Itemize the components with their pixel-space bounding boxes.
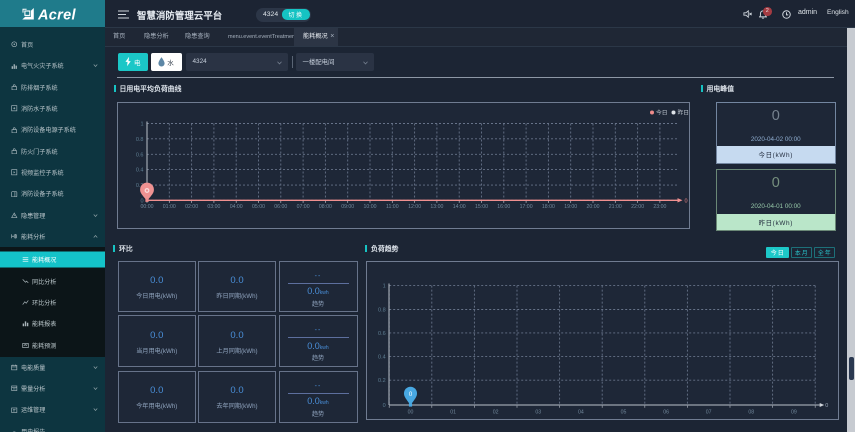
svg-text:06: 06: [663, 409, 669, 415]
svg-text:09: 09: [791, 409, 797, 415]
svg-text:0: 0: [685, 198, 688, 204]
svg-text:08:00: 08:00: [319, 204, 332, 210]
svg-text:05:00: 05:00: [252, 204, 265, 210]
svg-text:07: 07: [705, 409, 711, 415]
svg-text:Acrel: Acrel: [37, 8, 76, 24]
svg-text:0.2: 0.2: [378, 378, 386, 384]
svg-text:06:00: 06:00: [274, 204, 287, 210]
svg-text:04:00: 04:00: [230, 204, 243, 210]
svg-text:0.4: 0.4: [136, 168, 144, 174]
svg-text:17:00: 17:00: [520, 204, 533, 210]
svg-text:02:00: 02:00: [185, 204, 198, 210]
svg-text:10:00: 10:00: [364, 204, 377, 210]
svg-text:昨日: 昨日: [678, 109, 690, 117]
svg-text:20:00: 20:00: [587, 204, 600, 210]
svg-text:12:00: 12:00: [408, 204, 421, 210]
svg-text:21:00: 21:00: [609, 204, 622, 210]
svg-text:01: 01: [450, 409, 456, 415]
svg-text:1: 1: [140, 122, 143, 128]
svg-text:13:00: 13:00: [430, 204, 443, 210]
svg-text:01:00: 01:00: [163, 204, 176, 210]
svg-text:16:00: 16:00: [497, 204, 510, 210]
svg-text:11:00: 11:00: [386, 204, 399, 210]
svg-text:0.8: 0.8: [136, 137, 144, 143]
svg-text:09:00: 09:00: [341, 204, 354, 210]
svg-text:03: 03: [535, 409, 541, 415]
svg-text:07:00: 07:00: [297, 204, 310, 210]
svg-text:0: 0: [825, 403, 828, 409]
svg-text:00:00: 00:00: [141, 204, 154, 210]
svg-text:0.8: 0.8: [378, 307, 386, 313]
svg-text:02: 02: [492, 409, 498, 415]
svg-text:03:00: 03:00: [207, 204, 220, 210]
svg-text:08: 08: [748, 409, 754, 415]
svg-text:19:00: 19:00: [564, 204, 577, 210]
svg-text:0: 0: [382, 403, 385, 409]
svg-text:00: 00: [407, 409, 413, 415]
svg-text:0.4: 0.4: [378, 354, 386, 360]
svg-text:05: 05: [620, 409, 626, 415]
svg-text:04: 04: [578, 409, 584, 415]
svg-text:18:00: 18:00: [542, 204, 555, 210]
svg-text:23:00: 23:00: [653, 204, 666, 210]
svg-text:0.6: 0.6: [136, 152, 144, 158]
svg-text:15:00: 15:00: [475, 204, 488, 210]
svg-text:22:00: 22:00: [631, 204, 644, 210]
svg-text:今日: 今日: [656, 109, 668, 117]
svg-text:14:00: 14:00: [453, 204, 466, 210]
svg-text:0.6: 0.6: [378, 330, 386, 336]
svg-text:1: 1: [382, 283, 385, 289]
